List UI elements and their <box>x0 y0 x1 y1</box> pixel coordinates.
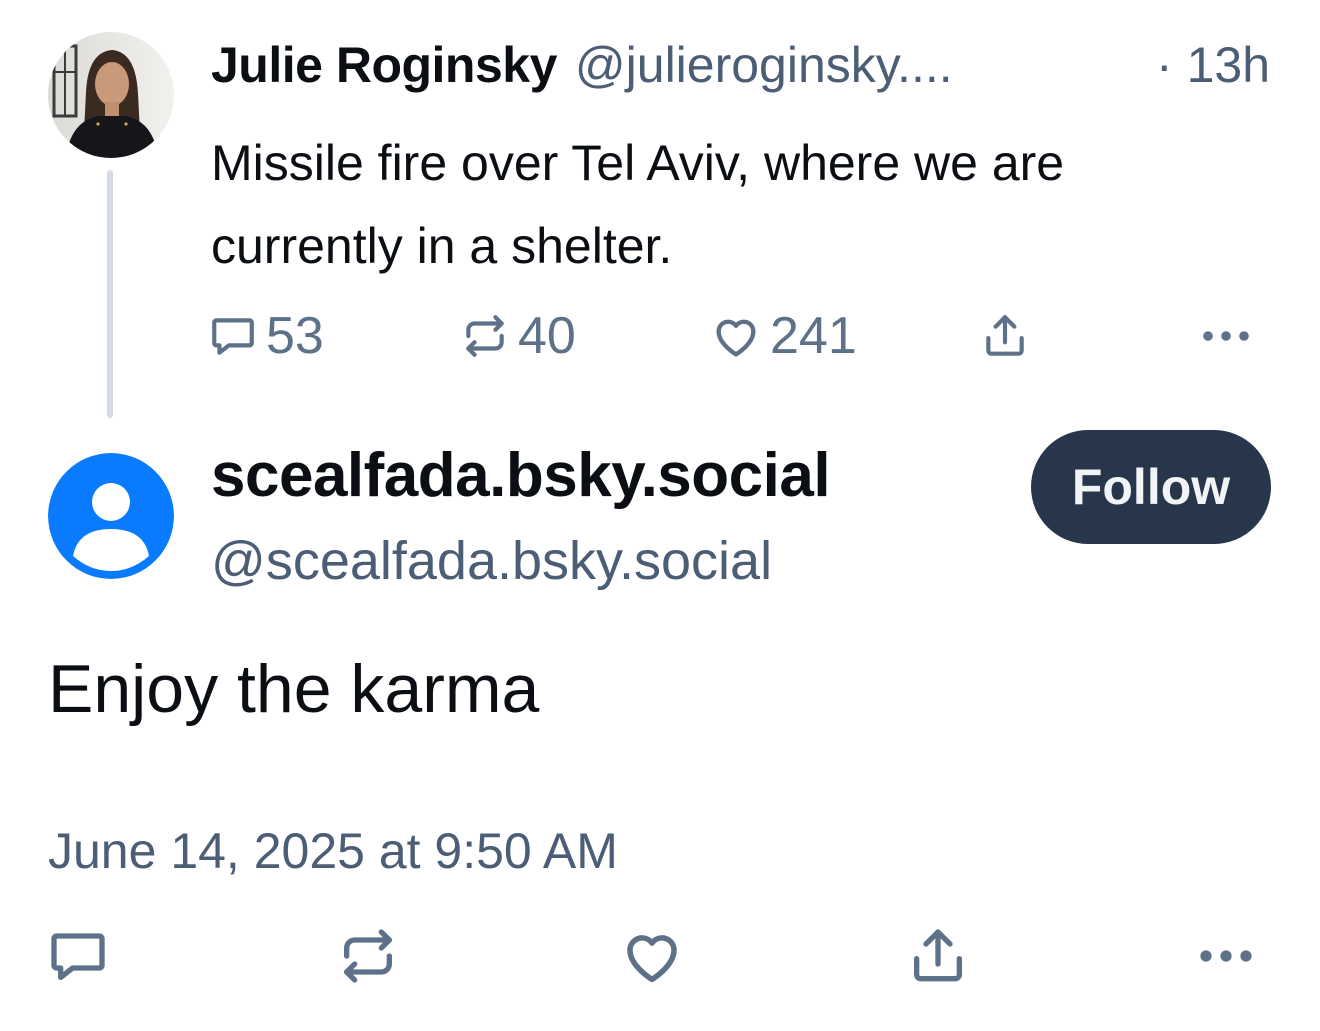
reply-count: 53 <box>266 307 324 365</box>
repost-icon <box>460 311 510 361</box>
reply-icon <box>46 924 110 993</box>
repost-count: 40 <box>518 307 576 365</box>
reply-author-name[interactable]: scealfada.bsky.social <box>211 440 831 511</box>
more-icon <box>1194 936 1258 981</box>
share-icon <box>906 924 970 993</box>
like-icon <box>710 310 762 362</box>
share-icon <box>980 311 1030 361</box>
author-photo <box>48 32 174 158</box>
parent-like-button[interactable]: 241 <box>710 306 857 366</box>
parent-more-button[interactable] <box>1198 306 1254 366</box>
reply-author-handle[interactable]: @scealfada.bsky.social <box>211 530 772 592</box>
reply-reply-button[interactable] <box>40 920 116 996</box>
parent-post-text: Missile fire over Tel Aviv, where we are… <box>211 135 1065 274</box>
parent-author-handle[interactable]: @julieroginsky.... <box>575 36 953 94</box>
reply-post-actions <box>40 920 1280 996</box>
like-icon <box>619 923 685 994</box>
default-avatar-icon <box>48 453 174 579</box>
parent-post-header: Julie Roginsky @julieroginsky.... · 13h <box>211 36 1270 100</box>
reply-author-avatar[interactable] <box>48 453 174 579</box>
parent-reply-button[interactable]: 53 <box>208 306 324 366</box>
more-icon <box>1198 311 1254 361</box>
reply-more-button[interactable] <box>1188 920 1264 996</box>
parent-author-avatar[interactable] <box>48 32 174 158</box>
follow-button[interactable]: Follow <box>1031 430 1271 544</box>
reply-post-text: Enjoy the karma <box>48 651 540 727</box>
parent-author-name[interactable]: Julie Roginsky <box>211 36 557 94</box>
reply-repost-button[interactable] <box>330 920 406 996</box>
reply-like-button[interactable] <box>614 920 690 996</box>
parent-post-actions: 53 40 241 <box>208 306 1268 366</box>
reply-post-timestamp: June 14, 2025 at 9:50 AM <box>48 823 618 879</box>
parent-repost-button[interactable]: 40 <box>460 306 576 366</box>
thread-connector-line <box>107 170 113 418</box>
reply-share-button[interactable] <box>900 920 976 996</box>
reply-icon <box>208 311 258 361</box>
repost-icon <box>336 924 400 993</box>
parent-post-time: · 13h <box>1156 37 1270 93</box>
parent-share-button[interactable] <box>980 306 1030 366</box>
like-count: 241 <box>770 307 857 365</box>
post-thread-view: Julie Roginsky @julieroginsky.... · 13h … <box>0 0 1320 1031</box>
